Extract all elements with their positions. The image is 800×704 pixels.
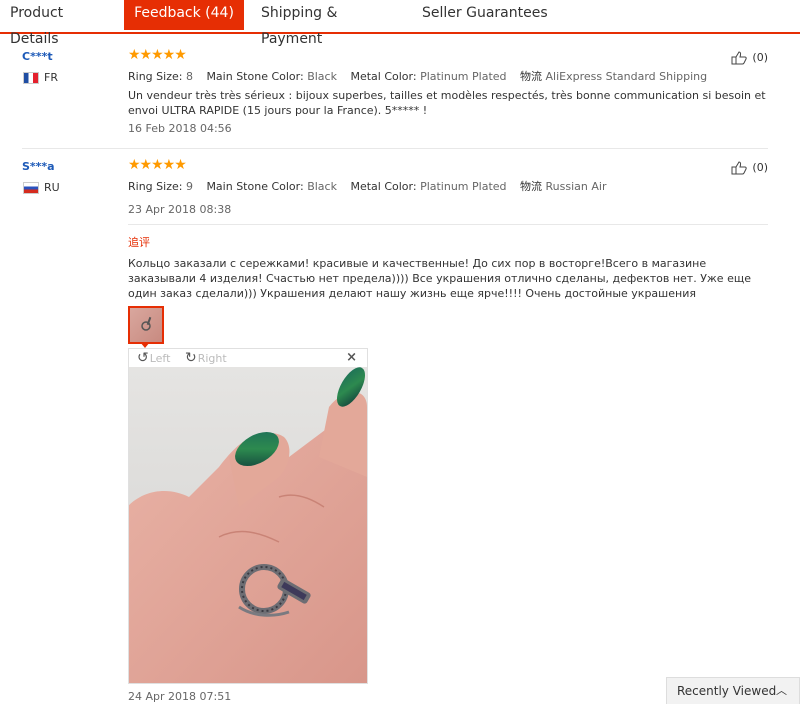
metal-color-value: Platinum Plated <box>420 180 507 193</box>
stone-color-value: Black <box>307 180 337 193</box>
recently-viewed-label: Recently Viewed <box>677 684 777 698</box>
hand-with-ring-image <box>129 367 367 683</box>
review-date: 23 Apr 2018 08:38 <box>128 203 232 216</box>
additional-feedback-label: 追评 <box>128 236 150 249</box>
shipping-value: Russian Air <box>545 180 607 193</box>
tab-shipping-payment[interactable]: Shipping & Payment <box>261 0 401 47</box>
followup-divider <box>128 224 768 225</box>
helpful-count: (0) <box>752 51 768 64</box>
rating-stars: ★★★★★ <box>128 157 187 173</box>
reviewer-country: RU <box>44 181 60 194</box>
stone-color-label: Main Stone Color: <box>206 70 304 83</box>
ring-size-label: Ring Size: <box>128 180 183 193</box>
rotate-left-button[interactable]: ↺Left <box>137 350 170 366</box>
thumbs-up-icon <box>731 51 747 65</box>
photo-viewer: ↺Left ↻Right × <box>128 348 368 684</box>
flag-fr-icon <box>23 72 39 84</box>
helpful-button[interactable]: (0) <box>731 161 768 175</box>
stone-color-value: Black <box>307 70 337 83</box>
viewer-toolbar: ↺Left ↻Right × <box>129 349 367 368</box>
review-photo <box>129 367 367 683</box>
metal-color-value: Platinum Plated <box>420 70 507 83</box>
recently-viewed-panel[interactable]: Recently Viewed ︿ <box>666 677 800 704</box>
chevron-up-icon: ︿ <box>776 684 787 697</box>
ring-size-value: 9 <box>185 180 193 193</box>
thumbs-up-icon <box>731 161 747 175</box>
helpful-count: (0) <box>752 161 768 174</box>
metal-color-label: Metal Color: <box>350 180 417 193</box>
review-date: 16 Feb 2018 04:56 <box>128 122 232 135</box>
stone-color-label: Main Stone Color: <box>206 180 304 193</box>
metal-color-label: Metal Color: <box>350 70 417 83</box>
review-divider <box>22 148 768 149</box>
reviewer-country: FR <box>44 71 58 84</box>
shipping-label: 物流 <box>520 70 543 83</box>
helpful-button[interactable]: (0) <box>731 51 768 65</box>
rotate-left-label: Left <box>149 352 171 365</box>
reviewer-name[interactable]: C***t <box>22 50 53 63</box>
order-attributes: Ring Size: 8 Main Stone Color: Black Met… <box>128 68 707 84</box>
tab-product-details[interactable]: Product Details <box>10 0 110 47</box>
ring-size-label: Ring Size: <box>128 70 183 83</box>
tab-seller-guarantees[interactable]: Seller Guarantees <box>422 0 562 30</box>
flag-ru-icon <box>23 182 39 194</box>
review-text: Un vendeur très très sérieux : bijoux su… <box>128 89 766 117</box>
rotate-right-label: Right <box>197 352 227 365</box>
rating-stars: ★★★★★ <box>128 47 187 63</box>
feedback-tabs: Product Details Feedback (44) Shipping &… <box>0 0 800 47</box>
shipping-value: AliExpress Standard Shipping <box>545 70 708 83</box>
tab-feedback[interactable]: Feedback (44) <box>124 0 244 30</box>
reviewer-name[interactable]: S***a <box>22 160 55 173</box>
additional-feedback-date: 24 Apr 2018 07:51 <box>128 690 232 703</box>
additional-feedback-text: Кольцо заказали с сережками! красивые и … <box>128 257 751 300</box>
review-photo-thumbnail[interactable] <box>128 306 164 344</box>
order-attributes: Ring Size: 9 Main Stone Color: Black Met… <box>128 178 606 194</box>
close-icon[interactable]: × <box>346 350 357 365</box>
rotate-right-button[interactable]: ↻Right <box>185 350 227 366</box>
rotate-right-icon: ↻ <box>185 350 197 366</box>
rotate-left-icon: ↺ <box>137 350 149 366</box>
ring-thumbnail-image <box>141 316 152 331</box>
shipping-label: 物流 <box>520 180 543 193</box>
ring-size-value: 8 <box>185 70 193 83</box>
